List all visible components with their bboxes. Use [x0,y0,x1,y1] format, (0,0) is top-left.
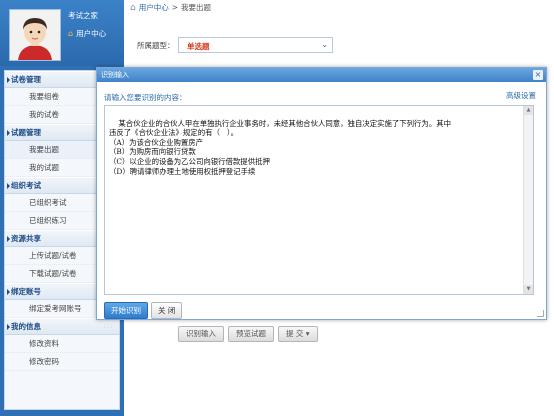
recognize-input-button[interactable]: 识别输入 [178,326,224,342]
dialog-title-bar[interactable]: 识别输入 [97,68,546,82]
advanced-settings-link[interactable]: 高级设置 [506,90,536,101]
recognize-textarea[interactable]: 某合伙企业的合伙人甲在单独执行企业事务时，未经其他合伙人同意，独自决定实施了下列… [104,105,534,295]
question-type-select[interactable]: 单选题 ⌄ [178,37,333,53]
close-icon[interactable]: × [533,70,543,80]
avatar-icon [10,10,60,60]
user-center-link[interactable]: ⌂ 用户中心 [68,28,106,39]
chevron-down-icon: ▾ [305,329,310,338]
chevron-down-icon: ⌄ [321,40,328,49]
breadcrumb-separator: > [171,3,179,12]
dialog-prompt: 请输入您要识别的内容： [104,93,187,102]
home-icon: ⌂ [130,2,136,13]
question-type-value: 单选题 [187,42,210,51]
menu-head-label: 我的信息 [11,322,41,331]
breadcrumb-home-link[interactable]: 用户中心 [139,2,169,13]
profile-panel: 考试之家 ⌂ 用户中心 [0,0,124,66]
breadcrumb: ⌂ 用户中心 > 我要出题 [130,2,211,13]
sidebar-item-edit-profile[interactable]: 修改资料 [5,335,119,353]
menu-head-label: 试卷管理 [11,75,41,84]
scroll-down-icon[interactable]: ▼ [524,285,533,294]
form-actions: 识别输入 预览试题 提 交 ▾ [178,326,318,342]
scroll-up-icon[interactable]: ▲ [524,106,533,115]
preview-button[interactable]: 预览试题 [228,326,274,342]
resize-handle-icon[interactable] [537,310,544,317]
site-name: 考试之家 [68,11,98,20]
avatar[interactable] [9,9,61,61]
question-type-label: 所属题型： [137,41,175,50]
menu-group-info: 我的信息::: 修改资料 修改密码 [5,318,119,371]
sidebar-item-change-password[interactable]: 修改密码 [5,353,119,371]
close-dialog-button[interactable]: 关 闭 [151,302,183,319]
menu-head-label: 资源共享 [11,234,41,243]
menu-head-label: 试题管理 [11,128,41,137]
home-icon: ⌂ [68,29,74,38]
scrollbar[interactable]: ▲ ▼ [523,106,533,294]
submit-button[interactable]: 提 交 ▾ [278,326,318,342]
submit-label: 提 交 [286,329,304,338]
recognize-dialog: 识别输入 × 请输入您要识别的内容： 高级设置 某合伙企业的合伙人甲在单独执行企… [96,67,547,320]
menu-head-label: 绑定账号 [11,287,41,296]
menu-head-label: 组织考试 [11,181,41,190]
breadcrumb-current: 我要出题 [181,3,212,12]
dialog-actions: 开始识别 关 闭 [104,302,183,319]
user-center-label: 用户中心 [76,29,107,38]
drag-handle-icon: ::: [103,323,113,330]
menu-head[interactable]: 我的信息::: [5,318,119,335]
start-recognize-button[interactable]: 开始识别 [104,302,148,319]
dialog-title: 识别输入 [101,71,129,79]
recognize-text-content: 某合伙企业的合伙人甲在单独执行企业事务时，未经其他合伙人同意，独自决定实施了下列… [109,118,451,176]
